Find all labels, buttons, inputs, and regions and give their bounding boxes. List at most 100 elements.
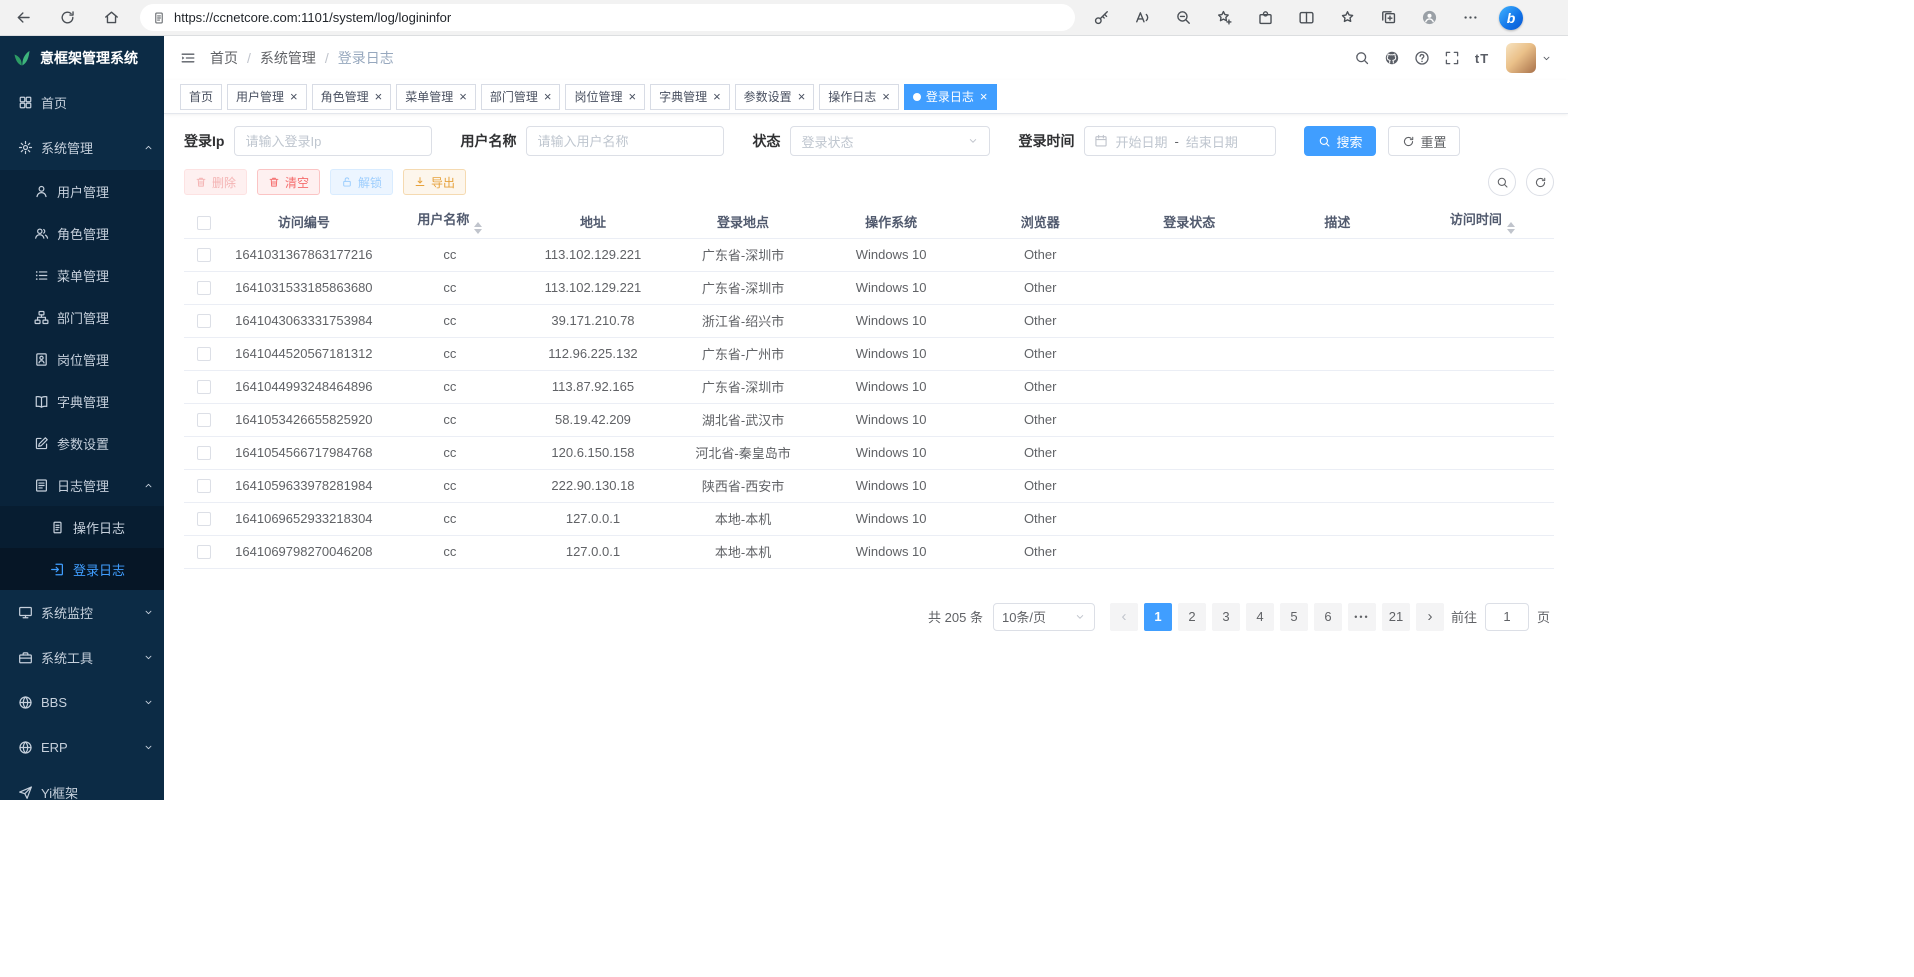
prev-page-button[interactable]: ‹ [1110,603,1138,631]
search-button[interactable]: 搜索 [1304,126,1376,156]
breadcrumb-item[interactable]: 系统管理 [260,48,316,68]
row-checkbox[interactable] [197,281,211,295]
sidebar-item-user-management[interactable]: 用户管理 [0,170,164,212]
table-row[interactable]: 1641069798270046208cc127.0.0.1本地-本机Windo… [184,535,1554,568]
favorites-bar-button[interactable] [1333,4,1361,32]
table-row[interactable]: 1641054566717984768cc120.6.150.158河北省-秦皇… [184,436,1554,469]
tab-post-management[interactable]: 岗位管理× [565,84,645,110]
row-checkbox[interactable] [197,512,211,526]
table-row[interactable]: 1641043063331753984cc39.171.210.78浙江省-绍兴… [184,304,1554,337]
clear-button[interactable]: 清空 [257,169,320,195]
row-checkbox[interactable] [197,380,211,394]
text-size-button[interactable]: tT [1468,44,1496,72]
close-tab-icon[interactable]: × [290,90,298,103]
table-row[interactable]: 1641044993248464896cc113.87.92.165广东省-深圳… [184,370,1554,403]
page-size-select[interactable]: 10条/页 [993,603,1095,631]
sort-carets-icon[interactable] [474,222,482,234]
sidebar-item-dept-management[interactable]: 部门管理 [0,296,164,338]
sort-carets-icon[interactable] [1507,222,1515,234]
date-range-picker[interactable]: 开始日期 - 结束日期 [1084,126,1276,156]
sidebar-item-bbs[interactable]: BBS [0,680,164,725]
reset-button[interactable]: 重置 [1388,126,1460,156]
profile-button[interactable] [1415,4,1443,32]
search-button[interactable] [1348,44,1376,72]
row-checkbox[interactable] [197,248,211,262]
extensions-button[interactable] [1251,4,1279,32]
page-21-button[interactable]: 21 [1382,603,1410,631]
select-all-checkbox[interactable] [197,216,211,230]
collapse-sidebar-button[interactable] [174,44,202,72]
page-5-button[interactable]: 5 [1280,603,1308,631]
tab-dict-management[interactable]: 字典管理× [650,84,730,110]
read-aloud-button[interactable] [1128,4,1156,32]
github-button[interactable] [1378,44,1406,72]
sidebar-item-erp[interactable]: ERP [0,725,164,770]
close-tab-icon[interactable]: × [628,90,636,103]
avatar-caret-icon[interactable] [1541,53,1552,64]
close-tab-icon[interactable]: × [544,90,552,103]
tab-home[interactable]: 首页 [180,84,222,110]
tab-dept-management[interactable]: 部门管理× [481,84,561,110]
collections-button[interactable] [1374,4,1402,32]
toggle-search-button[interactable] [1488,168,1516,196]
sidebar-item-system-management[interactable]: 系统管理 [0,125,164,170]
user-avatar[interactable] [1506,43,1536,73]
breadcrumb-item[interactable]: 首页 [210,48,238,68]
close-tab-icon[interactable]: × [375,90,383,103]
tab-menu-management[interactable]: 菜单管理× [396,84,476,110]
key-button[interactable] [1087,4,1115,32]
table-row[interactable]: 1641031533185863680cc113.102.129.221广东省-… [184,271,1554,304]
tab-user-management[interactable]: 用户管理× [227,84,307,110]
row-checkbox[interactable] [197,545,211,559]
next-page-button[interactable]: › [1416,603,1444,631]
row-checkbox[interactable] [197,446,211,460]
sidebar-item-login-log[interactable]: 登录日志 [0,548,164,590]
sidebar-item-system-tools[interactable]: 系统工具 [0,635,164,680]
sidebar-item-menu-management[interactable]: 菜单管理 [0,254,164,296]
fullscreen-button[interactable] [1438,44,1466,72]
page-3-button[interactable]: 3 [1212,603,1240,631]
sidebar-item-system-monitor[interactable]: 系统监控 [0,590,164,635]
sidebar-item-param-settings[interactable]: 参数设置 [0,422,164,464]
more-pages-button[interactable]: ••• [1348,603,1376,631]
table-row[interactable]: 1641069652933218304cc127.0.0.1本地-本机Windo… [184,502,1554,535]
split-screen-button[interactable] [1292,4,1320,32]
url-bar[interactable]: https://ccnetcore.com:1101/system/log/lo… [140,4,1075,31]
reload-button[interactable] [52,4,82,32]
sidebar-item-yi-framework[interactable]: Yi框架 [0,770,164,800]
table-row[interactable]: 1641031367863177216cc113.102.129.221广东省-… [184,238,1554,271]
page-4-button[interactable]: 4 [1246,603,1274,631]
status-select[interactable]: 登录状态 [790,126,990,156]
sidebar-item-log-management[interactable]: 日志管理 [0,464,164,506]
back-button[interactable] [8,4,38,32]
table-row[interactable]: 1641059633978281984cc222.90.130.18陕西省-西安… [184,469,1554,502]
page-2-button[interactable]: 2 [1178,603,1206,631]
settings-more-button[interactable] [1456,4,1484,32]
page-6-button[interactable]: 6 [1314,603,1342,631]
close-tab-icon[interactable]: × [798,90,806,103]
column-header[interactable]: 访问时间 [1411,206,1554,238]
jump-page-input[interactable] [1485,603,1529,631]
sidebar-item-operation-log[interactable]: 操作日志 [0,506,164,548]
row-checkbox[interactable] [197,314,211,328]
page-1-button[interactable]: 1 [1144,603,1172,631]
export-button[interactable]: 导出 [403,169,466,195]
row-checkbox[interactable] [197,413,211,427]
close-tab-icon[interactable]: × [713,90,721,103]
table-row[interactable]: 1641053426655825920cc58.19.42.209湖北省-武汉市… [184,403,1554,436]
row-checkbox[interactable] [197,479,211,493]
sidebar-item-home[interactable]: 首页 [0,80,164,125]
close-tab-icon[interactable]: × [459,90,467,103]
sidebar-item-role-management[interactable]: 角色管理 [0,212,164,254]
zoom-out-button[interactable] [1169,4,1197,32]
delete-button[interactable]: 删除 [184,169,247,195]
login-ip-input[interactable] [234,126,432,156]
user-name-input[interactable] [526,126,724,156]
table-row[interactable]: 1641044520567181312cc112.96.225.132广东省-广… [184,337,1554,370]
row-checkbox[interactable] [197,347,211,361]
bing-chat-button[interactable]: b [1497,4,1525,32]
refresh-table-button[interactable] [1526,168,1554,196]
app-logo[interactable]: 意框架管理系统 [0,36,164,80]
column-header[interactable]: 用户名称 [383,206,516,238]
unlock-button[interactable]: 解锁 [330,169,393,195]
